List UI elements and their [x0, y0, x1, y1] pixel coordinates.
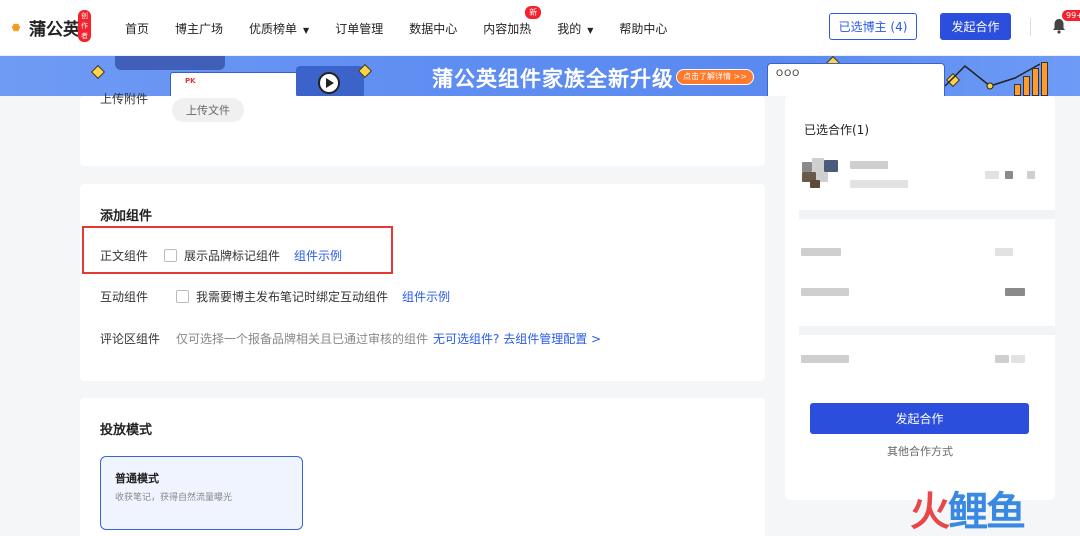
highlight-annotation	[82, 226, 393, 274]
selected-bloggers-button[interactable]: 已选博主 (4)	[829, 13, 917, 40]
panel-separator	[799, 210, 1055, 219]
watermark-text: 火	[910, 489, 950, 535]
nav-item[interactable]: 我的 ▼	[557, 20, 593, 37]
watermark-logo: 火鲤鱼	[910, 488, 1026, 536]
upload-label: 上传附件	[100, 92, 149, 106]
blurred-text	[985, 171, 999, 179]
play-icon	[296, 66, 364, 96]
logo[interactable]: 蒲公英 创作者	[6, 10, 91, 42]
window-dots: OOO	[776, 69, 801, 79]
nav-item[interactable]: 首页	[125, 20, 149, 37]
watermark-text: 鲤鱼	[948, 489, 1026, 535]
nav-item[interactable]: 订单管理	[335, 20, 383, 37]
start-cooperation-panel-button[interactable]: 发起合作	[810, 403, 1029, 434]
nav-item-label: 首页	[125, 21, 150, 36]
bell-icon[interactable]	[1052, 18, 1066, 34]
new-badge: 新	[525, 5, 542, 19]
nav-item[interactable]: 数据中心	[409, 20, 457, 37]
interact-component-option-label[interactable]: 我需要博主发布笔记时绑定互动组件	[196, 288, 388, 305]
nav-item-label: 内容加热	[483, 21, 532, 36]
nav-item-label: 订单管理	[335, 21, 384, 36]
delivery-mode-card: 投放模式 普通模式 收获笔记，获得自然流量曝光	[80, 398, 765, 536]
diamond-decoration	[90, 64, 106, 80]
normal-mode-option[interactable]: 普通模式 收获笔记，获得自然流量曝光	[100, 456, 303, 530]
other-cooperation-link[interactable]: 其他合作方式	[785, 443, 1055, 459]
section-title: 投放模式	[100, 423, 153, 438]
nav-item-label: 帮助中心	[619, 21, 668, 36]
nav-divider	[1030, 18, 1031, 36]
blurred-text	[1005, 288, 1025, 296]
selected-cooperation-panel: 已选合作(1) 发起合作 其他合作方式	[785, 96, 1055, 500]
blurred-text	[850, 161, 888, 169]
section-title: 添加组件	[100, 209, 153, 224]
blurred-text	[801, 248, 841, 256]
upload-card: 上传附件 上传文件	[80, 92, 765, 166]
interact-component-label: 互动组件	[100, 290, 149, 304]
laptop-illustration	[115, 56, 225, 70]
logo-badge: 创作者	[78, 10, 91, 42]
blurred-text	[1027, 171, 1035, 179]
blurred-text	[1011, 355, 1025, 363]
start-cooperation-button[interactable]: 发起合作	[940, 13, 1011, 40]
main-nav: 首页 博主广场 优质榜单 ▼ 订单管理 数据中心 内容加热 新我的 ▼ 帮助中心	[112, 0, 680, 56]
blurred-text	[1005, 171, 1013, 179]
dandelion-icon	[6, 17, 26, 37]
top-nav: 蒲公英 创作者 首页 博主广场 优质榜单 ▼ 订单管理 数据中心 内容加热新我的 ▼ 帮助中心 …	[0, 0, 1080, 56]
mode-desc: 收获笔记，获得自然流量曝光	[115, 493, 233, 503]
banner-title: 蒲公英组件家族全新升级	[432, 67, 674, 91]
banner-cta-button[interactable]: 点击了解详情 >>	[676, 69, 754, 85]
comment-component-label: 评论区组件	[100, 332, 161, 346]
caret-down-icon: ▼	[587, 25, 594, 35]
panel-title: 已选合作(1)	[804, 123, 869, 137]
caret-down-icon: ▼	[303, 25, 310, 35]
nav-item[interactable]: 帮助中心	[619, 20, 667, 37]
interact-component-checkbox[interactable]	[176, 290, 189, 303]
blurred-text	[801, 355, 849, 363]
interact-component-row: 互动组件 我需要博主发布笔记时绑定互动组件 组件示例	[100, 288, 450, 305]
banner-card-tag: PK	[185, 77, 196, 85]
browser-window-illustration: OOO	[767, 63, 945, 96]
nav-item-label: 优质榜单	[249, 21, 298, 36]
banner-card-illustration: PK	[170, 72, 300, 96]
logo-text: 蒲公英	[29, 19, 80, 40]
interact-component-example-link[interactable]: 组件示例	[402, 288, 450, 305]
blurred-text	[850, 180, 908, 188]
nav-item[interactable]: 优质榜单 ▼	[249, 20, 309, 37]
trend-chart-illustration	[945, 63, 1041, 90]
comment-component-row: 评论区组件 仅可选择一个报备品牌相关且已通过审核的组件 无可选组件? 去组件管理…	[100, 330, 601, 347]
upload-file-button[interactable]: 上传文件	[172, 98, 244, 122]
component-config-link[interactable]: 无可选组件? 去组件管理配置 >	[433, 330, 601, 347]
nav-item-label: 数据中心	[409, 21, 458, 36]
mode-title: 普通模式	[115, 472, 159, 485]
promo-banner[interactable]: PK 蒲公英组件家族全新升级 点击了解详情 >> OOO	[0, 56, 1080, 96]
blurred-text	[801, 288, 849, 296]
nav-item[interactable]: 内容加热 新	[483, 5, 542, 37]
panel-separator	[799, 326, 1055, 335]
nav-item-label: 博主广场	[175, 21, 224, 36]
comment-component-desc: 仅可选择一个报备品牌相关且已通过审核的组件	[176, 332, 429, 346]
notification-badge: 99+	[1062, 10, 1080, 21]
add-components-card: 添加组件 正文组件 展示品牌标记组件 组件示例 互动组件 我需要博主发布笔记时绑…	[80, 184, 765, 381]
blurred-text	[995, 355, 1009, 363]
nav-item[interactable]: 博主广场	[175, 20, 223, 37]
blurred-text	[995, 248, 1013, 256]
nav-item-label: 我的	[557, 21, 582, 36]
